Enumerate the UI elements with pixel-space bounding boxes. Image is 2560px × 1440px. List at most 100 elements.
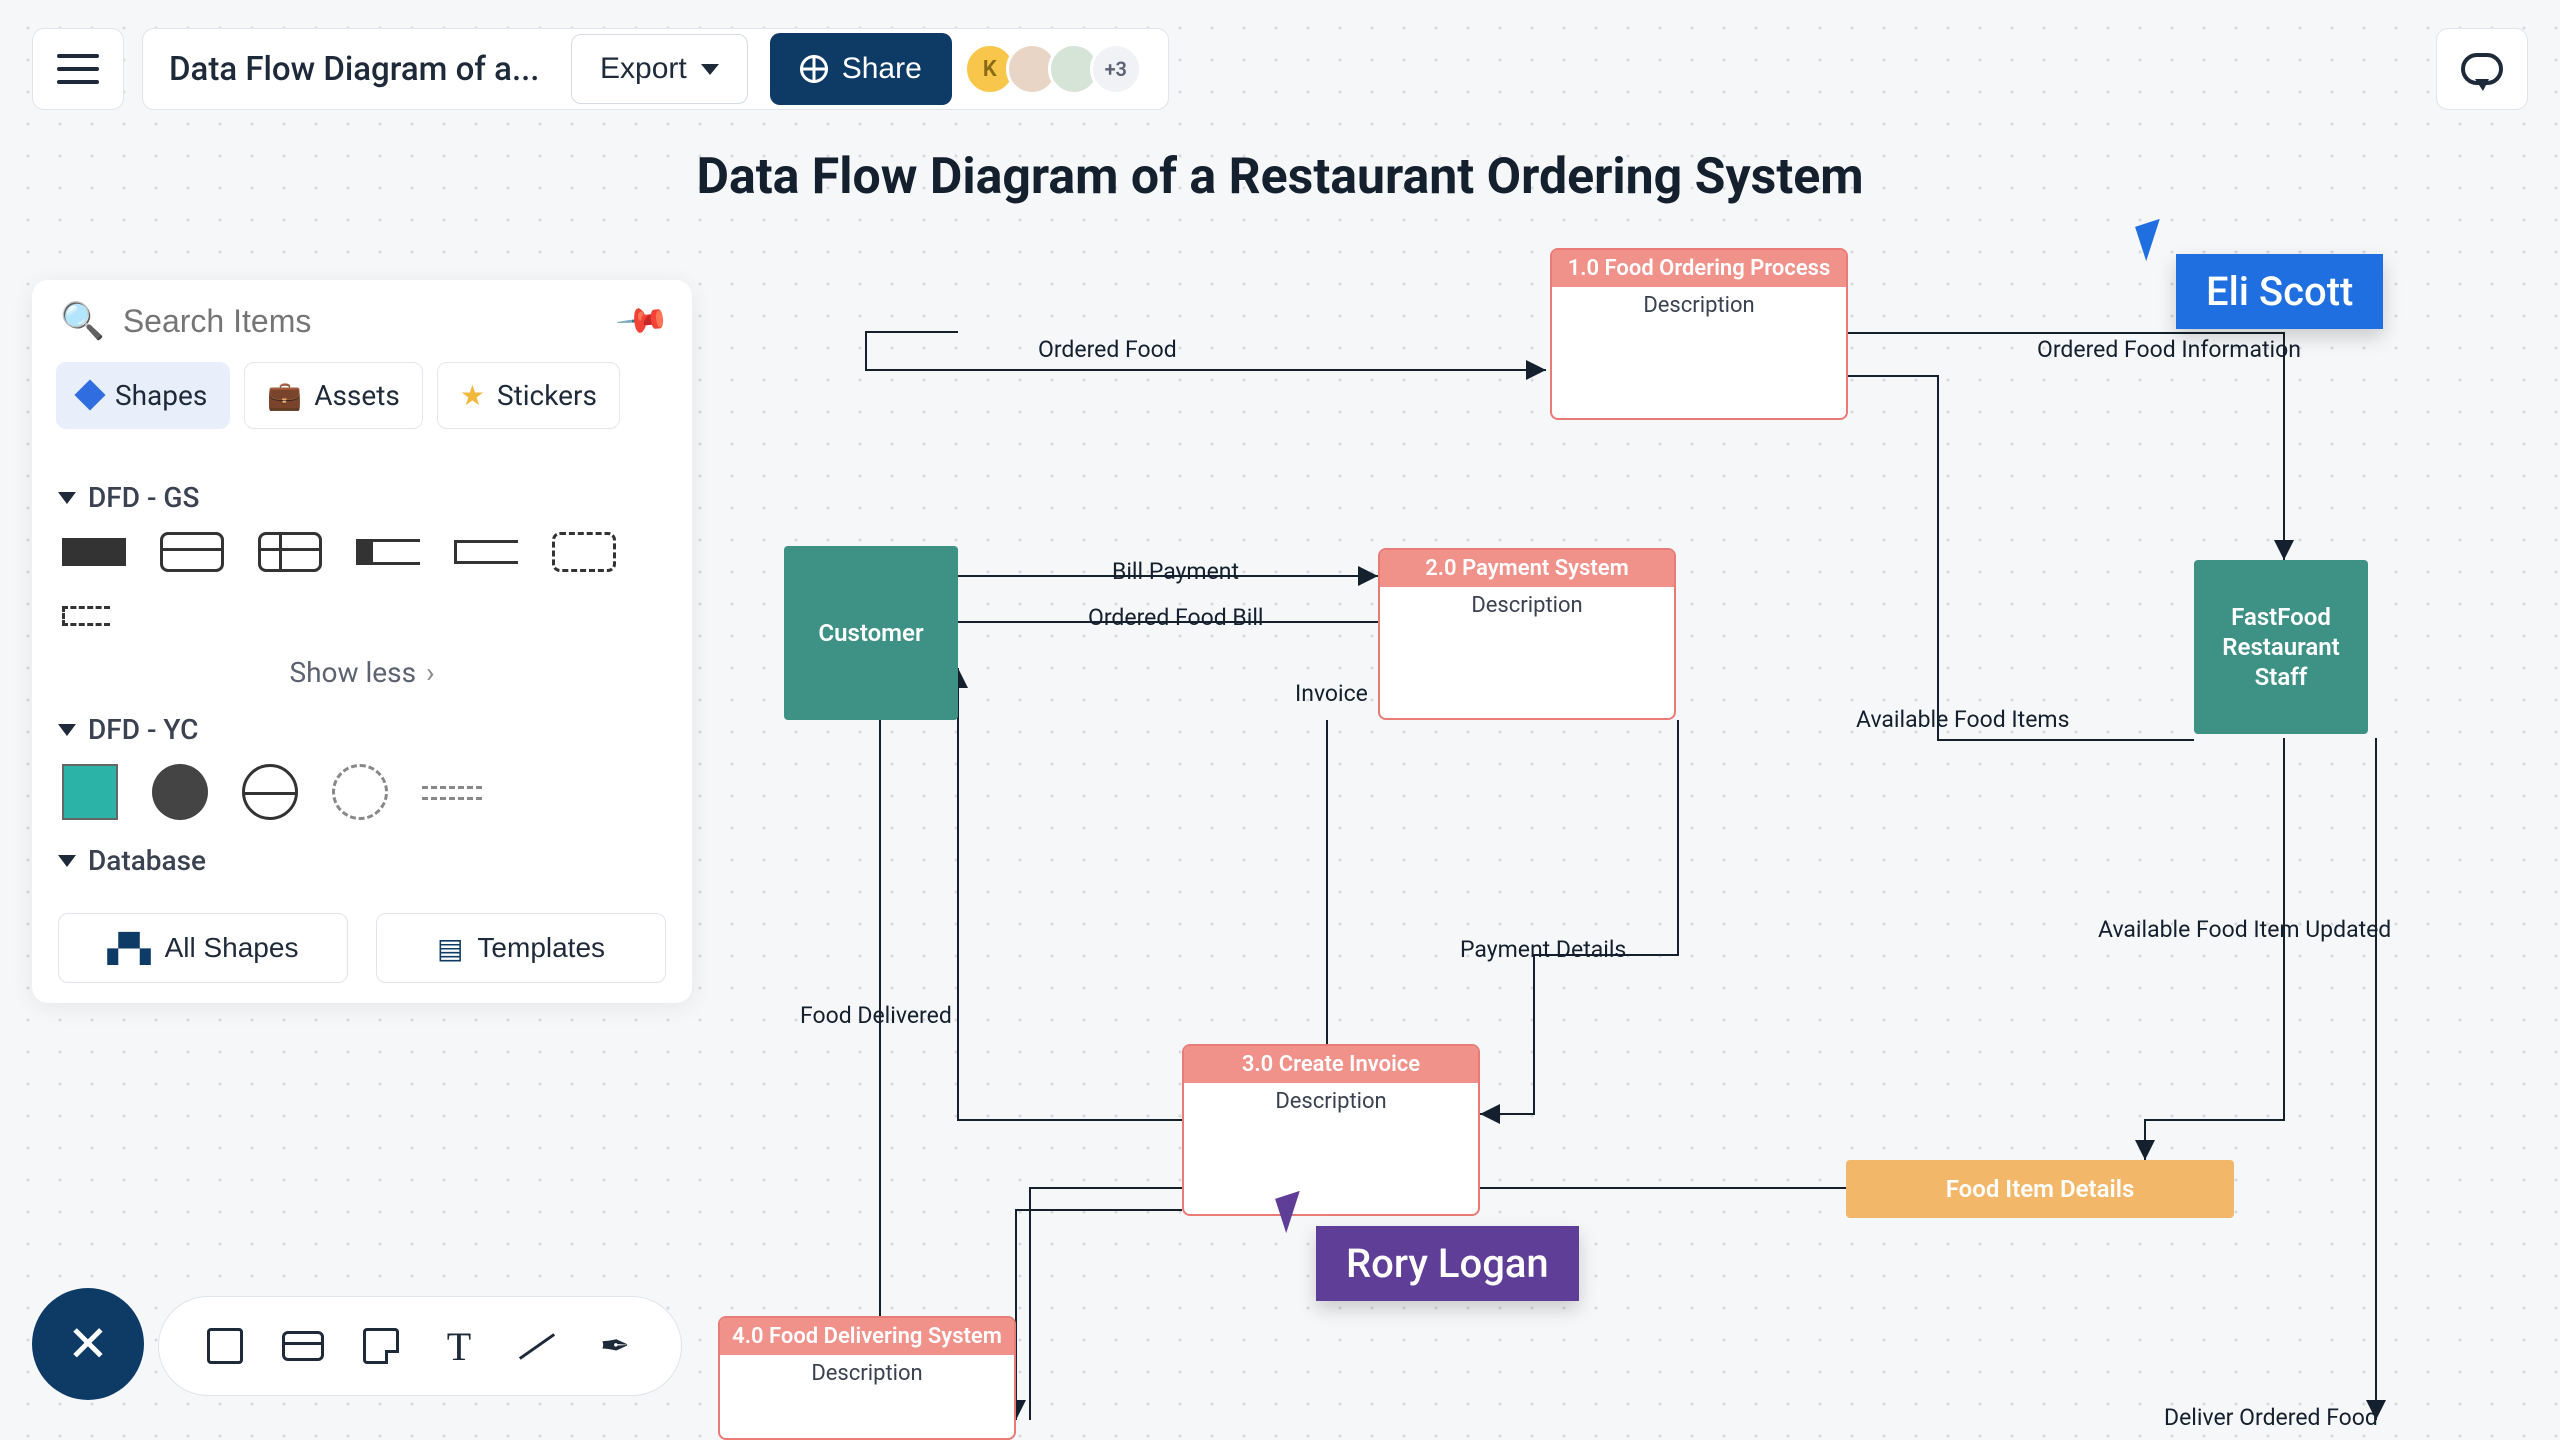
rectangle-tool[interactable] xyxy=(203,1324,247,1368)
edge-label: Food Delivered xyxy=(800,1002,952,1029)
node-header: 1.0 Food Ordering Process xyxy=(1552,250,1846,287)
section-dfd-gs[interactable]: DFD - GS xyxy=(58,481,666,514)
template-icon: ▤ xyxy=(437,932,463,965)
document-title[interactable]: Data Flow Diagram of a... xyxy=(169,50,549,89)
cursor-label: Rory Logan xyxy=(1316,1226,1579,1301)
section-title: Database xyxy=(88,844,206,877)
comments-button[interactable] xyxy=(2436,28,2528,110)
sticky-note-tool[interactable] xyxy=(359,1324,403,1368)
entity-customer[interactable]: Customer xyxy=(784,546,958,720)
close-tools-button[interactable]: ✕ xyxy=(32,1288,144,1400)
process-payment-system[interactable]: 2.0 Payment System Description xyxy=(1378,548,1676,720)
shape-solid-rect[interactable] xyxy=(62,538,126,566)
node-header: 2.0 Payment System xyxy=(1380,550,1674,587)
close-icon: ✕ xyxy=(67,1315,109,1374)
entity-staff[interactable]: FastFood Restaurant Staff xyxy=(2194,560,2368,734)
shapes-panel: 🔍 📌 Shapes 💼 Assets ★ Stickers DFD - GS xyxy=(32,280,692,1003)
pin-icon[interactable]: 📌 xyxy=(614,292,672,350)
tab-assets[interactable]: 💼 Assets xyxy=(244,362,423,429)
edge-label: Ordered Food Bill xyxy=(1088,604,1264,631)
datastore-food-item-details[interactable]: Food Item Details xyxy=(1846,1160,2234,1218)
comment-icon xyxy=(2461,53,2503,85)
cursor-label: Eli Scott xyxy=(2176,254,2383,329)
shape-circle-line[interactable] xyxy=(242,764,298,820)
edge-label: Ordered Food Information xyxy=(2037,336,2301,363)
button-label: All Shapes xyxy=(165,932,299,964)
card-tool[interactable] xyxy=(281,1324,325,1368)
briefcase-icon: 💼 xyxy=(267,379,302,412)
all-shapes-button[interactable]: ▞▚ All Shapes xyxy=(58,913,348,983)
search-icon: 🔍 xyxy=(60,300,105,342)
section-database[interactable]: Database xyxy=(58,844,666,877)
collaborator-cursor-eli: Eli Scott xyxy=(2140,222,2383,329)
section-title: DFD - YC xyxy=(88,713,198,746)
diamond-icon xyxy=(74,379,105,410)
share-button[interactable]: Share xyxy=(770,33,952,105)
edge-label: Available Food Item Updated xyxy=(2098,916,2391,943)
node-description: Description xyxy=(1380,587,1674,624)
shape-dashed-open[interactable] xyxy=(62,606,110,626)
tab-label: Stickers xyxy=(497,379,597,412)
node-header: 3.0 Create Invoice xyxy=(1184,1046,1478,1083)
shape-dashed-circle[interactable] xyxy=(332,764,388,820)
avatar-overflow[interactable]: +3 xyxy=(1090,43,1142,95)
caret-down-icon xyxy=(58,492,76,504)
edge-label: Available Food Items xyxy=(1856,706,2069,733)
chevron-right-icon: › xyxy=(426,656,434,689)
line-tool[interactable] xyxy=(515,1324,559,1368)
title-bar: Data Flow Diagram of a... Export Share K… xyxy=(142,28,1169,110)
process-create-invoice[interactable]: 3.0 Create Invoice Description xyxy=(1182,1044,1480,1216)
process-food-delivering[interactable]: 4.0 Food Delivering System Description xyxy=(718,1316,1016,1440)
tab-label: Assets xyxy=(314,379,400,412)
globe-icon xyxy=(800,55,828,83)
tab-label: Shapes xyxy=(115,379,207,412)
button-label: Templates xyxy=(477,932,605,964)
section-title: DFD - GS xyxy=(88,481,199,514)
node-description: Description xyxy=(1184,1083,1478,1120)
templates-button[interactable]: ▤ Templates xyxy=(376,913,666,983)
edge-label: Bill Payment xyxy=(1112,558,1239,585)
diagram-title: Data Flow Diagram of a Restaurant Orderi… xyxy=(696,148,1863,206)
caret-down-icon xyxy=(58,724,76,736)
node-description: Description xyxy=(720,1355,1014,1392)
share-label: Share xyxy=(842,52,922,86)
search-row: 🔍 📌 xyxy=(32,280,692,362)
text-tool[interactable]: T xyxy=(437,1324,481,1368)
cursor-icon xyxy=(2135,219,2171,261)
shape-open-right-2[interactable] xyxy=(454,540,518,564)
show-less-toggle[interactable]: Show less › xyxy=(58,656,666,689)
caret-down-icon xyxy=(58,855,76,867)
node-header: 4.0 Food Delivering System xyxy=(720,1318,1014,1355)
grid-icon: ▞▚ xyxy=(108,932,151,965)
tab-shapes[interactable]: Shapes xyxy=(56,362,230,429)
hamburger-icon xyxy=(57,54,99,84)
shape-open-right[interactable] xyxy=(356,539,420,565)
shape-dashed-lines[interactable] xyxy=(422,786,482,800)
show-less-label: Show less xyxy=(290,656,417,689)
shape-teal-square[interactable] xyxy=(62,764,118,820)
tab-stickers[interactable]: ★ Stickers xyxy=(437,362,620,429)
export-button[interactable]: Export xyxy=(571,34,748,104)
node-description: Description xyxy=(1552,287,1846,324)
export-label: Export xyxy=(600,52,687,86)
collaborator-avatars: K +3 xyxy=(974,43,1142,95)
pen-tool[interactable]: ✒ xyxy=(593,1324,637,1368)
edge-label: Payment Details xyxy=(1460,936,1626,963)
search-input[interactable] xyxy=(123,303,604,340)
menu-button[interactable] xyxy=(32,28,124,110)
node-label: Food Item Details xyxy=(1946,1175,2135,1203)
edge-label: Ordered Food xyxy=(1038,336,1177,363)
section-dfd-yc[interactable]: DFD - YC xyxy=(58,713,666,746)
node-label: FastFood Restaurant Staff xyxy=(2222,602,2339,692)
edge-label: Deliver Ordered Food xyxy=(2164,1404,2378,1431)
edge-label: Invoice xyxy=(1295,680,1368,707)
process-food-ordering[interactable]: 1.0 Food Ordering Process Description xyxy=(1550,248,1848,420)
chevron-down-icon xyxy=(701,64,719,75)
shape-triple-rect[interactable] xyxy=(258,532,322,572)
cursor-icon xyxy=(1275,1191,1311,1233)
shape-filled-circle[interactable] xyxy=(152,764,208,820)
node-label: Customer xyxy=(818,619,923,647)
star-icon: ★ xyxy=(460,379,485,412)
shape-split-rect[interactable] xyxy=(160,532,224,572)
shape-dashed-rect[interactable] xyxy=(552,532,616,572)
